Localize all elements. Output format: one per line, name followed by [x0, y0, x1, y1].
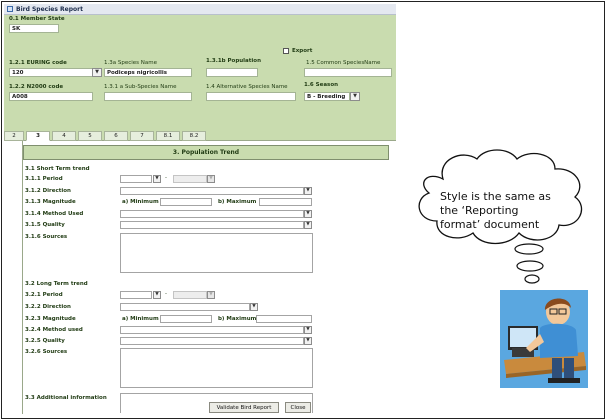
alt-name-label: 1.4 Alternative Species Name [206, 84, 288, 90]
season-dropdown-icon[interactable]: ▼ [350, 92, 360, 101]
st-period-end-field [173, 175, 207, 183]
callout-line-1: Style is the same as [440, 190, 551, 203]
lt-period-start-field[interactable] [120, 291, 152, 299]
population-label: 1.3.1b Population [206, 58, 261, 64]
st-direction-dropdown-icon[interactable]: ▼ [304, 187, 312, 195]
callout-text: Style is the same as the ‘Reporting form… [440, 190, 570, 232]
callout-line-3: format’ document [440, 218, 540, 231]
member-state-field[interactable]: SK [9, 24, 59, 33]
n2000-label: 1.2.2 N2000 code [9, 84, 64, 90]
tab-strip: 2 3 4 5 6 7 8.1 8.2 [4, 130, 396, 141]
report-header: 0.1 Member State SK Export 1.2.1 EURING … [4, 15, 396, 130]
euring-dropdown-icon[interactable]: ▼ [92, 68, 102, 77]
population-field[interactable] [206, 68, 258, 77]
lt-method-field[interactable] [120, 326, 304, 334]
euring-label: 1.2.1 EURING code [9, 60, 67, 66]
season-field[interactable]: B - Breeding [304, 92, 350, 101]
common-name-field[interactable] [304, 68, 392, 77]
lt-direction-label: 3.2.2 Direction [25, 304, 71, 310]
tab-2[interactable]: 2 [4, 131, 24, 141]
n2000-field[interactable]: A008 [9, 92, 93, 101]
subspecies-label: 1.3.1 a Sub-Species Name [104, 84, 177, 90]
st-sources-label: 3.1.6 Sources [25, 234, 68, 240]
lt-quality-dropdown-icon[interactable]: ▼ [304, 337, 312, 345]
tab-8-2[interactable]: 8.2 [182, 131, 206, 141]
validate-report-button[interactable]: Validate Bird Report [209, 402, 279, 413]
st-period-separator: - [165, 175, 167, 181]
species-name-field[interactable]: Podiceps nigricollis [104, 68, 192, 77]
st-method-dropdown-icon[interactable]: ▼ [304, 210, 312, 218]
st-magnitude-label: 3.1.3 Magnitude [25, 199, 76, 205]
st-sources-textarea[interactable] [120, 233, 313, 273]
st-quality-dropdown-icon[interactable]: ▼ [304, 221, 312, 229]
additional-info-label: 3.3 Additional information [25, 395, 107, 401]
tab-7[interactable]: 7 [130, 131, 154, 141]
long-term-heading: 3.2 Long Term trend [25, 281, 88, 287]
tab-5[interactable]: 5 [78, 131, 102, 141]
lt-period-end-field [173, 291, 207, 299]
common-name-label: 1.5 Common SpeciesName [306, 60, 381, 66]
window-icon [7, 6, 13, 12]
tab-4[interactable]: 4 [52, 131, 76, 141]
st-period-label: 3.1.1 Period [25, 176, 63, 182]
population-trend-panel: 3. Population Trend 3.1 Short Term trend… [22, 141, 396, 414]
st-method-label: 3.1.4 Method Used [25, 211, 84, 217]
thought-bubble-trail [516, 260, 544, 284]
lt-period-start-dropdown-icon[interactable]: ▼ [153, 291, 161, 299]
season-label: 1.6 Season [304, 82, 339, 88]
st-direction-field[interactable] [120, 187, 304, 195]
lt-sources-textarea[interactable] [120, 348, 313, 388]
member-state-label: 0.1 Member State [9, 16, 65, 22]
lt-period-label: 3.2.1 Period [25, 292, 63, 298]
window-titlebar: Bird Species Report [4, 4, 396, 15]
window-title: Bird Species Report [16, 6, 83, 13]
st-quality-field[interactable] [120, 221, 304, 229]
lt-direction-dropdown-icon[interactable]: ▼ [250, 303, 258, 311]
st-period-start-field[interactable] [120, 175, 152, 183]
euring-field[interactable]: 120 [9, 68, 93, 77]
lt-magnitude-label: 3.2.3 Magnitude [25, 316, 76, 322]
section-title: 3. Population Trend [23, 145, 389, 160]
st-max-label: b) Maximum [218, 199, 257, 205]
st-period-end-dropdown-icon: ▼ [207, 175, 215, 183]
callout-line-2: the ‘Reporting [440, 204, 519, 217]
lt-sources-label: 3.2.6 Sources [25, 349, 68, 355]
slide-frame: Bird Species Report 0.1 Member State SK … [1, 1, 605, 419]
lt-min-label: a) Minimum [122, 316, 159, 322]
st-min-label: a) Minimum [122, 199, 159, 205]
lt-period-separator: - [165, 291, 167, 297]
tab-6[interactable]: 6 [104, 131, 128, 141]
lt-quality-field[interactable] [120, 337, 304, 345]
alt-name-field[interactable] [206, 92, 296, 101]
st-period-start-dropdown-icon[interactable]: ▼ [153, 175, 161, 183]
lt-min-field[interactable] [160, 315, 212, 323]
tab-8-1[interactable]: 8.1 [156, 131, 180, 141]
lt-method-label: 3.2.4 Method used [25, 327, 83, 333]
close-button[interactable]: Close [285, 402, 311, 413]
app-window: Bird Species Report 0.1 Member State SK … [4, 4, 396, 414]
st-max-field[interactable] [259, 198, 312, 206]
st-direction-label: 3.1.2 Direction [25, 188, 71, 194]
species-name-label: 1.3a Species Name [104, 60, 158, 66]
st-min-field[interactable] [160, 198, 212, 206]
st-method-field[interactable] [120, 210, 304, 218]
lt-max-label: b) Maximum [218, 316, 257, 322]
lt-method-dropdown-icon[interactable]: ▼ [304, 326, 312, 334]
lt-direction-field[interactable] [120, 303, 250, 311]
person-at-computer-illustration [500, 290, 588, 388]
export-checkbox[interactable] [283, 48, 289, 54]
subspecies-field[interactable] [104, 92, 192, 101]
lt-max-field[interactable] [256, 315, 312, 323]
tab-3[interactable]: 3 [26, 131, 50, 141]
lt-period-end-dropdown-icon: ▼ [207, 291, 215, 299]
lt-quality-label: 3.2.5 Quality [25, 338, 65, 344]
short-term-heading: 3.1 Short Term trend [25, 166, 90, 172]
export-label: Export [292, 48, 313, 54]
st-quality-label: 3.1.5 Quality [25, 222, 65, 228]
